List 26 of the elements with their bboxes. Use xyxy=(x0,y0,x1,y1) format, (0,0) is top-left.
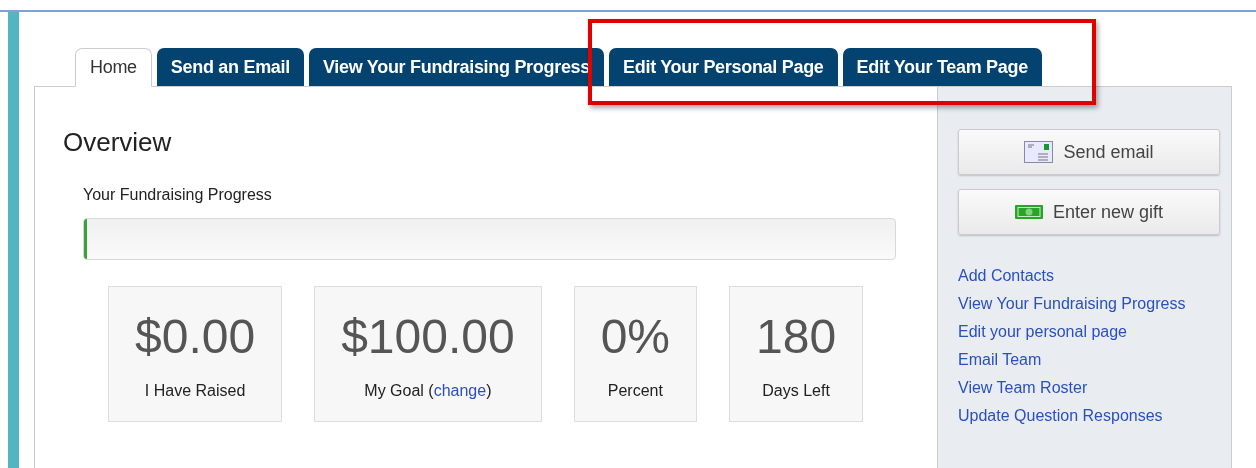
sidebar-link[interactable]: Email Team xyxy=(958,351,1042,369)
section-title: Overview xyxy=(63,127,173,158)
action-button[interactable]: Enter new gift xyxy=(958,189,1220,235)
sidebar-link[interactable]: Edit your personal page xyxy=(958,323,1127,341)
sidebar-link[interactable]: Add Contacts xyxy=(958,267,1055,285)
tab[interactable]: Edit Your Team Page xyxy=(842,48,1042,86)
envelope-icon xyxy=(1024,141,1054,163)
action-button[interactable]: Send email xyxy=(958,129,1220,175)
money-icon xyxy=(1014,203,1043,221)
progress-label: Your Fundraising Progress xyxy=(83,186,273,204)
tab[interactable]: Send an Email xyxy=(156,48,304,86)
stat-label: My Goal (change) xyxy=(364,382,492,400)
stat-value: 0% xyxy=(600,309,670,364)
sidebar-link[interactable]: View Team Roster xyxy=(958,379,1088,397)
stat-value: $100.00 xyxy=(341,309,515,364)
tab[interactable]: View Your Fundraising Progress xyxy=(308,48,605,86)
sidebar-link[interactable]: Update Question Responses xyxy=(958,407,1163,425)
stat-value: 180 xyxy=(756,309,837,364)
stat-value: $0.00 xyxy=(135,309,256,364)
tab[interactable]: Edit Your Personal Page xyxy=(609,48,838,86)
sidebar-link[interactable]: View Your Fundraising Progress xyxy=(958,295,1186,313)
tab[interactable]: Home xyxy=(75,48,152,87)
stat-label: I Have Raised xyxy=(144,382,246,400)
change-link[interactable]: change xyxy=(433,382,487,399)
stat-label: Percent xyxy=(607,382,663,400)
stat-label: Days Left xyxy=(762,382,830,400)
